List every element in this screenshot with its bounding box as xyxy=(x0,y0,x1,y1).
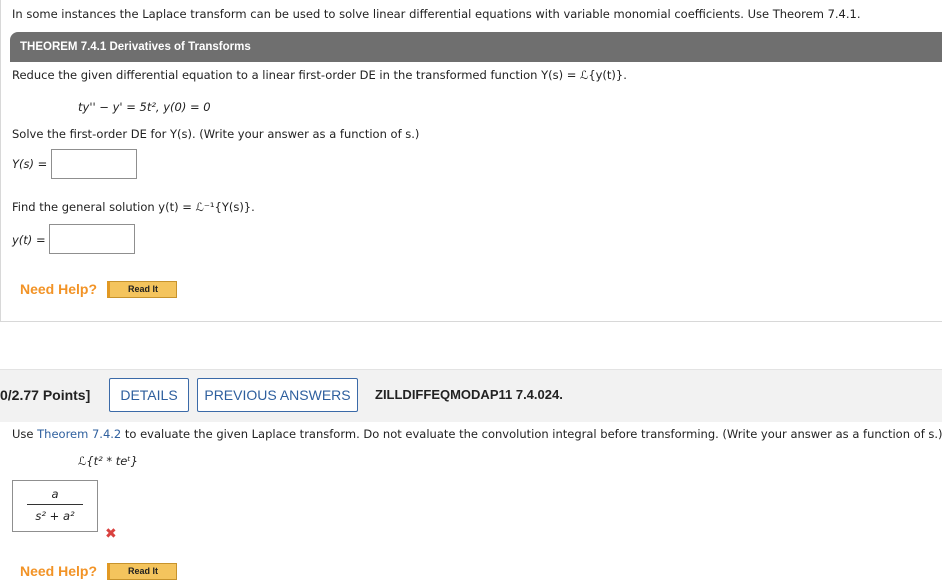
question-1-intro: In some instances the Laplace transform … xyxy=(12,7,861,21)
problem-id: ZILLDIFFEQMODAP11 7.4.024. xyxy=(375,387,563,402)
theorem-title: THEOREM 7.4.1 Derivatives of Transforms xyxy=(20,41,251,53)
answer-numerator: a xyxy=(51,487,59,501)
answer-denominator: s² + a² xyxy=(35,509,75,523)
read-it-button[interactable]: Read It xyxy=(107,281,177,298)
reduce-instruction: Reduce the given differential equation t… xyxy=(12,68,627,82)
previous-answers-button[interactable]: PREVIOUS ANSWERS xyxy=(197,378,358,412)
need-help-label: Need Help? xyxy=(20,281,98,297)
question-2-instruction: Use Theorem 7.4.2 to evaluate the given … xyxy=(12,427,942,441)
question-2-header: 0/2.77 Points] DETAILS PREVIOUS ANSWERS … xyxy=(0,369,942,422)
ys-answer-input[interactable] xyxy=(51,149,137,179)
details-button[interactable]: DETAILS xyxy=(109,378,189,412)
incorrect-x-icon: ✖ xyxy=(105,526,117,542)
general-solution-prompt: Find the general solution y(t) = ℒ⁻¹{Y(s… xyxy=(12,200,255,214)
laplace-expression: ℒ{t² * teᵗ} xyxy=(78,454,139,468)
instruction-suffix: to evaluate the given Laplace transform.… xyxy=(121,427,942,441)
ys-label: Y(s) = xyxy=(12,157,48,171)
yt-label: y(t) = xyxy=(12,233,46,247)
points-label: 0/2.77 Points] xyxy=(0,387,91,403)
yt-answer-input[interactable] xyxy=(49,224,135,254)
submitted-answer-box[interactable]: a s² + a² xyxy=(12,480,98,532)
solve-prompt: Solve the first-order DE for Y(s). (Writ… xyxy=(12,127,420,141)
fraction-bar xyxy=(27,504,83,505)
theorem-7-4-2-link[interactable]: Theorem 7.4.2 xyxy=(37,427,121,441)
theorem-bar: THEOREM 7.4.1 Derivatives of Transforms xyxy=(10,32,942,62)
instruction-prefix: Use xyxy=(12,427,38,441)
read-it-button-2[interactable]: Read It xyxy=(107,563,177,580)
differential-equation: ty'' − y' = 5t², y(0) = 0 xyxy=(78,100,211,114)
